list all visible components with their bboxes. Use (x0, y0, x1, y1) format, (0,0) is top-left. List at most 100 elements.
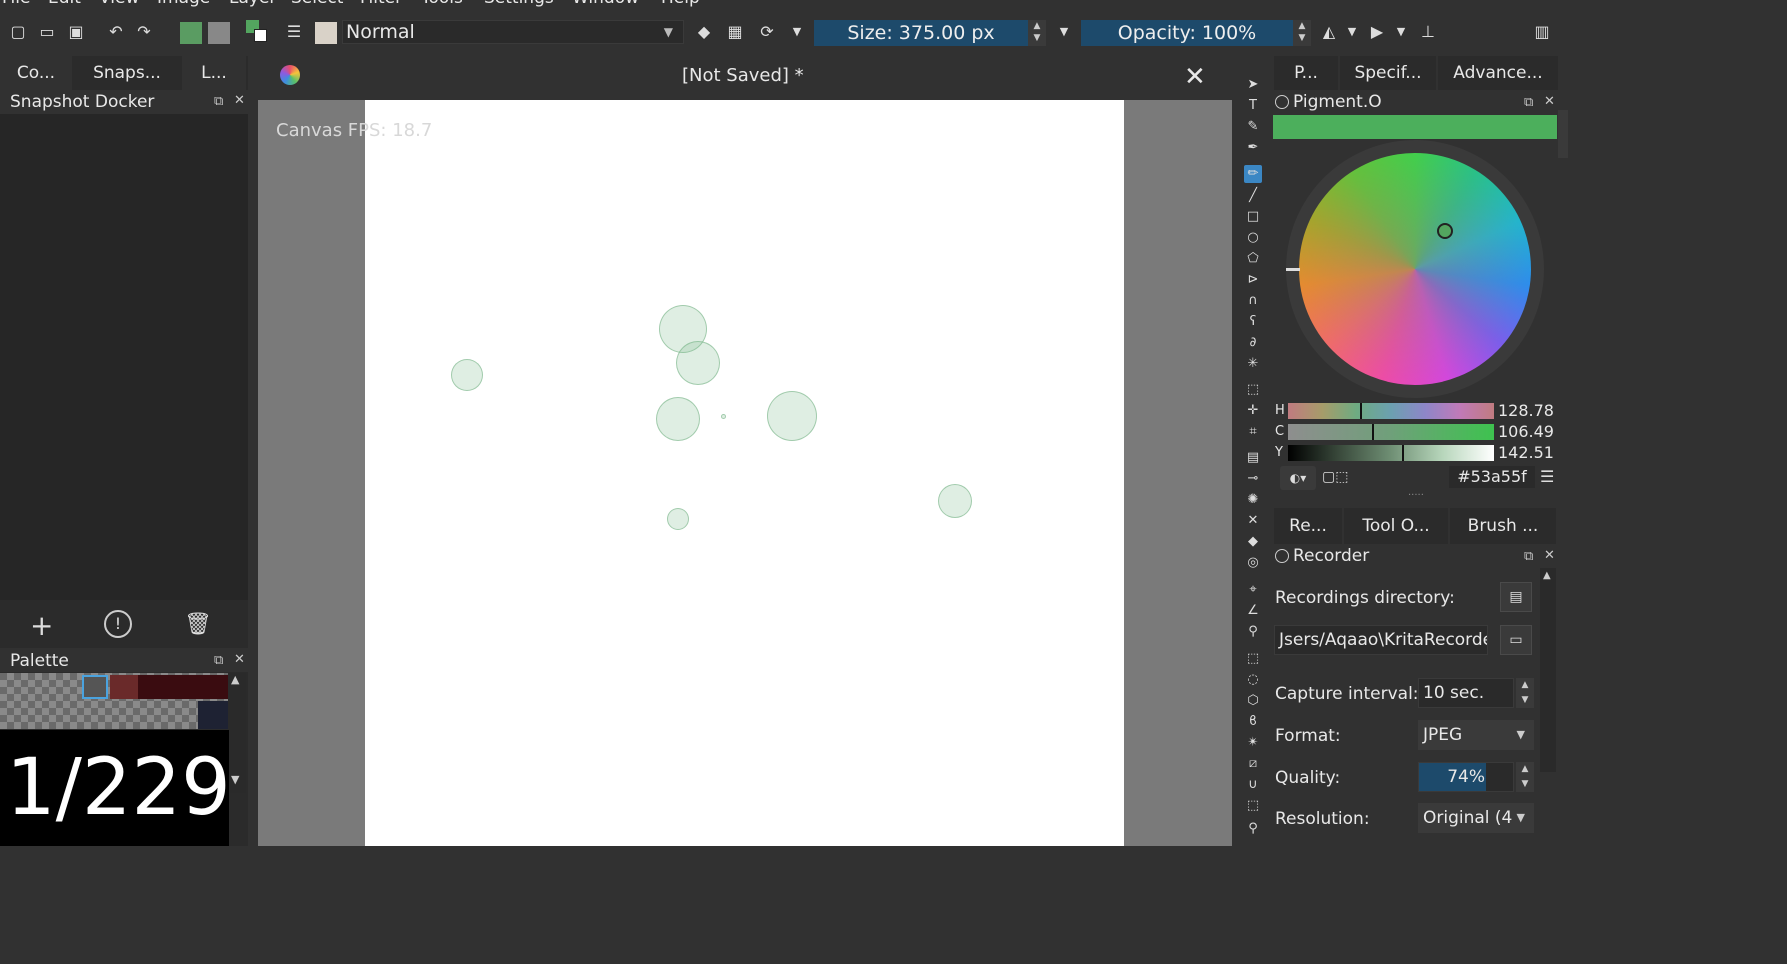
menu-edit[interactable]: Edit (48, 0, 81, 8)
gradient-swatch-icon[interactable] (180, 22, 202, 44)
color-wheel-cursor[interactable] (1437, 223, 1453, 239)
hue-value[interactable]: 128.78 (1498, 401, 1554, 420)
fg-bg-color-icon[interactable] (246, 20, 268, 44)
line-tool-icon[interactable]: ╱ (1244, 187, 1262, 205)
polygon-select-icon[interactable]: ⬡ (1244, 692, 1262, 710)
measure-tool-icon[interactable]: ∠ (1244, 602, 1262, 620)
quality-spinner[interactable]: ▲ ▼ (1516, 762, 1534, 792)
palette-swatch[interactable] (198, 675, 228, 699)
redo-icon[interactable]: ↷ (134, 22, 154, 42)
palette-swatch[interactable] (198, 701, 228, 729)
reference-tool-icon[interactable]: ⚲ (1244, 623, 1262, 641)
brush-size-slider[interactable]: Size: 375.00 px (814, 20, 1028, 46)
chevron-down-icon[interactable]: ▼ (1342, 22, 1362, 42)
close-icon[interactable]: ✕ (234, 93, 245, 108)
ellipse-select-icon[interactable]: ◌ (1244, 671, 1262, 689)
dynamic-brush-icon[interactable]: ∂ (1244, 334, 1262, 352)
size-spinner[interactable]: ▲ ▼ (1028, 20, 1046, 46)
freehand-brush-icon[interactable]: ✏ (1244, 165, 1262, 183)
blend-mode-select[interactable]: Normal ▼ (342, 20, 684, 44)
hue-slider[interactable] (1288, 403, 1494, 419)
transform-tool-icon[interactable]: ⬚ (1244, 381, 1262, 399)
delete-snapshot-icon[interactable]: 🗑 (184, 612, 212, 637)
close-icon[interactable]: ✕ (1544, 94, 1555, 109)
text-tool-icon[interactable]: T (1244, 97, 1262, 115)
palette-swatch[interactable] (168, 675, 198, 699)
edit-shapes-icon[interactable]: ✎ (1244, 118, 1262, 136)
freehand-path-icon[interactable]: ʕ (1244, 313, 1262, 331)
menu-layer[interactable]: Layer (229, 0, 276, 8)
similar-select-icon[interactable]: ⧄ (1244, 755, 1262, 773)
enclose-fill-icon[interactable]: ◎ (1244, 554, 1262, 572)
menu-filter[interactable]: Filter (360, 0, 402, 8)
rectangle-tool-icon[interactable]: □ (1244, 208, 1262, 226)
chevron-down-icon[interactable]: ▼ (1054, 22, 1074, 42)
contiguous-select-icon[interactable]: ✴ (1244, 734, 1262, 752)
canvas-paper[interactable] (365, 100, 1124, 846)
pattern-swatch-icon[interactable] (208, 22, 230, 44)
brush-settings-icon[interactable]: ☰ (284, 22, 304, 42)
menu-file[interactable]: File (2, 0, 30, 8)
color-picker-icon[interactable]: ⊸ (1244, 470, 1262, 488)
crop-tool-icon[interactable]: ⌗ (1244, 423, 1262, 441)
polyline-tool-icon[interactable]: ⊳ (1244, 271, 1262, 289)
color-wheel[interactable] (1299, 153, 1531, 385)
right-dock-scrollbar[interactable] (1558, 110, 1568, 158)
luma-value[interactable]: 142.51 (1498, 443, 1554, 462)
gradient-tool-icon[interactable]: ▤ (1244, 449, 1262, 467)
workspace-icon[interactable]: ▥ (1532, 22, 1552, 42)
menu-icon[interactable]: ☰ (1540, 467, 1554, 486)
palette-swatch[interactable] (110, 675, 138, 699)
chroma-slider[interactable] (1288, 424, 1494, 440)
smart-patch-icon[interactable]: ✺ (1244, 491, 1262, 509)
calligraphy-icon[interactable]: ✒ (1244, 139, 1262, 157)
float-icon[interactable]: ⧉ (214, 94, 223, 109)
close-document-icon[interactable]: ✕ (1184, 62, 1206, 92)
panel-selector-icon[interactable]: ▢⬚ (1322, 469, 1358, 487)
tab-specific[interactable]: Specif... (1340, 56, 1436, 90)
add-snapshot-icon[interactable]: + (30, 609, 53, 642)
float-icon[interactable]: ⧉ (214, 653, 223, 668)
tab-tool-options[interactable]: Tool O... (1344, 508, 1448, 544)
save-icon[interactable]: ▣ (66, 22, 86, 42)
freehand-select-icon[interactable]: ϐ (1244, 713, 1262, 731)
manage-recordings-icon[interactable]: ▤ (1500, 582, 1532, 612)
menu-view[interactable]: View (99, 0, 139, 8)
tab-pigment[interactable]: P... (1274, 56, 1338, 90)
menu-select[interactable]: Select (291, 0, 343, 8)
menu-image[interactable]: Image (157, 0, 210, 8)
magnetic-select-icon[interactable]: ⬚ (1244, 797, 1262, 815)
multibrush-icon[interactable]: ✳ (1244, 355, 1262, 373)
chevron-down-icon[interactable]: ▼ (1391, 22, 1411, 42)
fill-tool-icon[interactable]: ◆ (1244, 533, 1262, 551)
assistant-icon[interactable]: ⌖ (1244, 581, 1262, 599)
mirror-vertical-icon[interactable]: ▶ (1367, 22, 1387, 42)
mirror-horizontal-icon[interactable]: ◭ (1319, 22, 1339, 42)
eraser-icon[interactable]: ◆ (694, 22, 714, 42)
close-icon[interactable]: ✕ (1544, 548, 1555, 563)
menu-help[interactable]: Help (661, 0, 700, 8)
close-icon[interactable]: ✕ (234, 652, 245, 667)
menu-window[interactable]: Window (572, 0, 639, 8)
undo-icon[interactable]: ↶ (106, 22, 126, 42)
float-icon[interactable]: ⧉ (1524, 95, 1533, 110)
tab-layers[interactable]: L... (182, 56, 246, 90)
palette-swatch[interactable] (138, 675, 168, 699)
capture-interval-field[interactable]: 10 sec. (1418, 678, 1514, 708)
restore-snapshot-icon[interactable]: ! (104, 610, 132, 638)
quality-slider[interactable]: 74% (1418, 762, 1514, 792)
open-document-icon[interactable]: ▭ (37, 22, 57, 42)
rect-select-icon[interactable]: ⬚ (1244, 650, 1262, 668)
float-icon[interactable]: ⧉ (1524, 549, 1533, 564)
recorder-scrollbar[interactable]: ▲ (1540, 568, 1556, 772)
bezier-select-icon[interactable]: ∪ (1244, 776, 1262, 794)
chevron-down-icon[interactable]: ▼ (787, 22, 807, 42)
assistant-tool-icon[interactable]: ✕ (1244, 512, 1262, 530)
ellipse-tool-icon[interactable]: ○ (1244, 229, 1262, 247)
move-tool-icon[interactable]: ✛ (1244, 402, 1262, 420)
zoom-tool-icon[interactable]: ⚲ (1244, 820, 1262, 838)
tab-advanced[interactable]: Advance... (1438, 56, 1558, 90)
recordings-directory-field[interactable]: Jsers/Aqaao\KritaRecorder (1274, 625, 1488, 655)
opacity-spinner[interactable]: ▲ ▼ (1293, 20, 1311, 46)
menu-settings[interactable]: Settings (484, 0, 554, 8)
